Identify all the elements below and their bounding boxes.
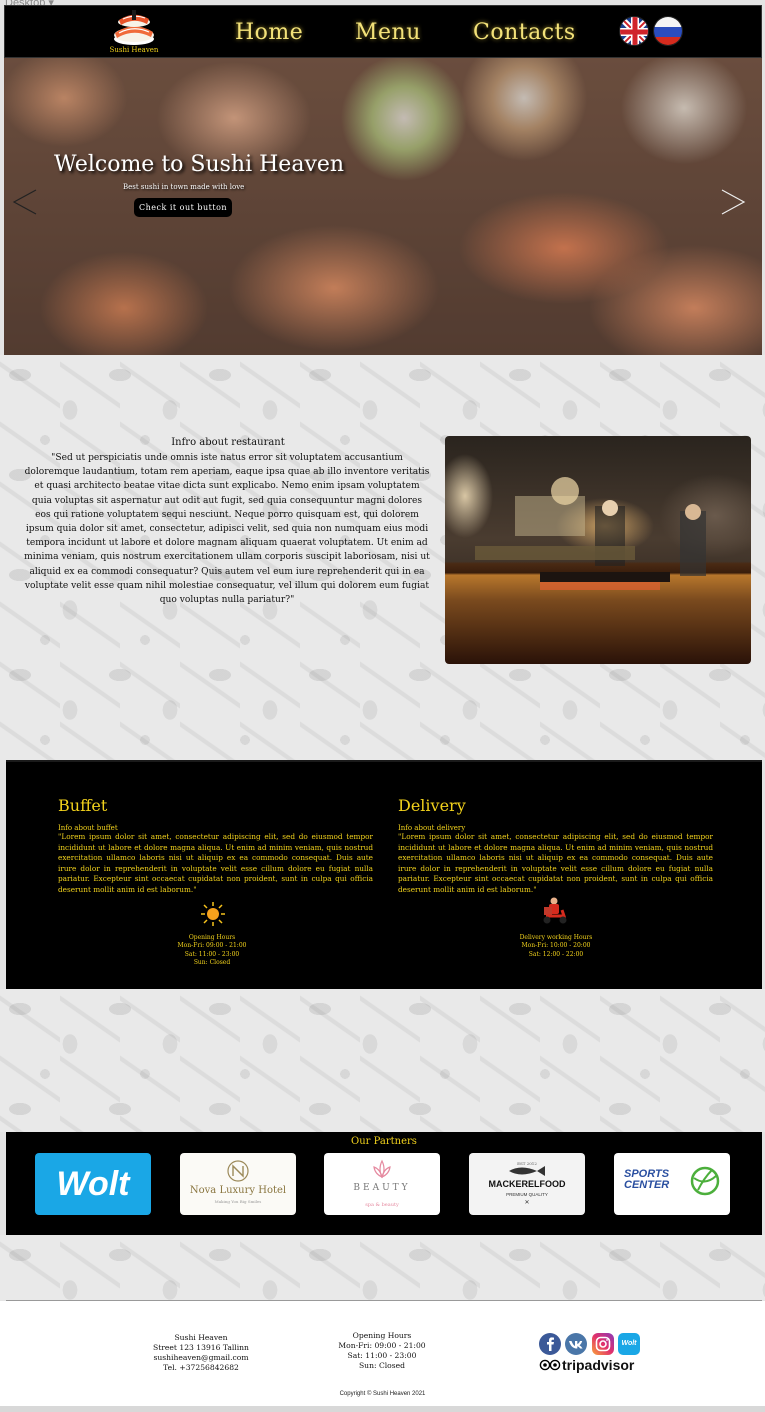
facebook-icon[interactable]: [539, 1333, 561, 1355]
hero-title: Welcome to Sushi Heaven: [54, 152, 345, 177]
footer-phone[interactable]: Tel. +37256842682: [131, 1363, 271, 1373]
hotel-crest-icon: [227, 1160, 249, 1182]
info-text: "Sed ut perspiciatis unde omnis iste nat…: [24, 453, 430, 606]
partner-mackerelfood[interactable]: EST 2012 MACKERELFOOD PREMIUM QUALITY ✕: [469, 1153, 585, 1215]
lotus-icon: [373, 1159, 391, 1179]
nav-contacts[interactable]: Contacts: [473, 20, 576, 45]
hero-carousel: Welcome to Sushi Heaven Best sushi in to…: [4, 58, 762, 355]
sun-icon-graphic: [201, 902, 225, 926]
delivery-hours: Delivery working Hours Mon-Fri: 10:00 - …: [496, 934, 616, 959]
footer-email[interactable]: sushiheaven@gmail.com: [131, 1353, 271, 1363]
delivery-scooter-graphic: [543, 897, 567, 924]
restaurant-interior-image: [475, 477, 706, 590]
carousel-prev-button[interactable]: [10, 188, 38, 216]
footer-company: Sushi Heaven: [174, 1333, 228, 1342]
fish-icon: [509, 1166, 545, 1176]
footer-street: Street 123 13916 Tallinn: [153, 1343, 249, 1352]
buffet-title: Buffet: [58, 796, 108, 815]
services-section: Buffet Info about buffet "Lorem ipsum do…: [6, 760, 762, 989]
instagram-icon-graphic: [595, 1336, 611, 1352]
buffet-text: "Lorem ipsum dolor sit amet, consectetur…: [58, 832, 373, 894]
partner-nova-tagline: Making You Big Smiles: [214, 1199, 262, 1204]
facebook-icon-graphic: [547, 1337, 554, 1351]
restaurant-photo: [445, 436, 751, 664]
info-title: Infro about restaurant: [171, 437, 285, 448]
nav-home[interactable]: Home: [235, 20, 303, 45]
footer-hours-saturday: Sat: 11:00 - 23:00: [347, 1351, 417, 1360]
russia-flag-icon[interactable]: [653, 16, 683, 46]
partner-mackerel-name: MACKERELFOOD: [488, 1179, 566, 1189]
sushi-logo-icon: [114, 10, 154, 45]
footer-hours-sunday: Sun: Closed: [358, 1361, 406, 1370]
uk-flag-icon[interactable]: [619, 16, 649, 46]
hero-overlay: [4, 58, 762, 355]
cutlery-icon: ✕: [524, 1199, 530, 1206]
footer-hours: Opening Hours Mon-Fri: 09:00 - 21:00 Sat…: [322, 1331, 442, 1371]
brand-logo[interactable]: Sushi Heaven: [101, 6, 167, 59]
tripadvisor-link[interactable]: tripadvisor: [539, 1357, 634, 1373]
footer-hours-title: Opening Hours: [352, 1331, 412, 1340]
delivery-hours-saturday: Sat: 12:00 - 22:00: [528, 950, 584, 958]
ball-icon: [690, 1166, 720, 1196]
buffet-hours: Opening Hours Mon-Fri: 09:00 - 21:00 Sat…: [152, 934, 272, 968]
hero-cta-button[interactable]: Check it out button: [134, 198, 232, 217]
site-header: Sushi Heaven Home Menu Contacts: [4, 5, 762, 58]
buffet-hours-sunday: Sun: Closed: [193, 959, 231, 967]
sun-icon: [201, 902, 225, 930]
delivery-hours-weekdays: Mon-Fri: 10:00 - 20:00: [521, 942, 591, 950]
partner-wolt[interactable]: Wolt: [35, 1153, 151, 1215]
partner-sports-center[interactable]: SPORTS CENTER: [614, 1153, 730, 1215]
partner-mackerel-tagline: PREMIUM QUALITY: [506, 1192, 548, 1197]
partner-beauty-tagline: spa & beauty: [365, 1202, 399, 1208]
partner-nova-name: Nova Luxury Hotel: [189, 1185, 287, 1196]
russia-flag-graphic: [654, 17, 682, 45]
partner-beauty[interactable]: BEAUTY spa & beauty: [324, 1153, 440, 1215]
delivery-text: "Lorem ipsum dolor sit amet, consectetur…: [398, 832, 713, 894]
delivery-scooter-icon: [540, 896, 570, 930]
buffet-hours-title: Opening Hours: [188, 934, 236, 941]
wolt-icon[interactable]: Wolt: [618, 1333, 640, 1355]
chevron-right-icon: [721, 189, 746, 215]
footer-hours-weekdays: Mon-Fri: 09:00 - 21:00: [338, 1341, 426, 1350]
site-footer: Sushi Heaven Street 123 13916 Tallinn su…: [0, 1301, 765, 1406]
vk-icon-graphic: [569, 1341, 583, 1349]
buffet-hours-saturday: Sat: 11:00 - 23:00: [184, 950, 240, 958]
decorative-band-bottom: [0, 1235, 765, 1300]
copyright-text: Copyright © Sushi Heaven 2021: [339, 1391, 426, 1397]
delivery-hours-title: Delivery working Hours: [519, 934, 593, 941]
partners-section: Our Partners Wolt Nova Luxury Hotel Maki…: [6, 1132, 762, 1235]
partner-wolt-name: Wolt: [56, 1164, 130, 1203]
vk-icon[interactable]: [565, 1333, 587, 1355]
delivery-subtitle: Info about delivery: [398, 824, 466, 832]
partner-nova-luxury-hotel[interactable]: Nova Luxury Hotel Making You Big Smiles: [180, 1153, 296, 1215]
partner-beauty-name: BEAUTY: [353, 1183, 411, 1193]
info-section: Infro about restaurant "Sed ut perspicia…: [0, 355, 765, 760]
buffet-hours-weekdays: Mon-Fri: 09:00 - 21:00: [177, 942, 247, 950]
nav-menu[interactable]: Menu: [355, 20, 421, 45]
footer-contact: Sushi Heaven Street 123 13916 Tallinn su…: [131, 1333, 271, 1373]
decorative-band: [0, 989, 765, 1132]
page-bottom-bar: [0, 1406, 765, 1412]
carousel-next-button[interactable]: [720, 188, 748, 216]
tripadvisor-owl-icon: [539, 1359, 561, 1371]
hero-subtitle: Best sushi in town made with love: [123, 183, 245, 191]
partners-title: Our Partners: [351, 1136, 417, 1147]
buffet-subtitle: Info about buffet: [58, 824, 118, 832]
delivery-title: Delivery: [398, 796, 466, 815]
partner-sports-name: SPORTS CENTER: [624, 1168, 670, 1191]
uk-flag-graphic: [620, 17, 648, 45]
tripadvisor-wordmark: tripadvisor: [562, 1357, 635, 1373]
chevron-left-icon: [12, 189, 37, 215]
instagram-icon[interactable]: [592, 1333, 614, 1355]
brand-name: Sushi Heaven: [109, 46, 159, 54]
